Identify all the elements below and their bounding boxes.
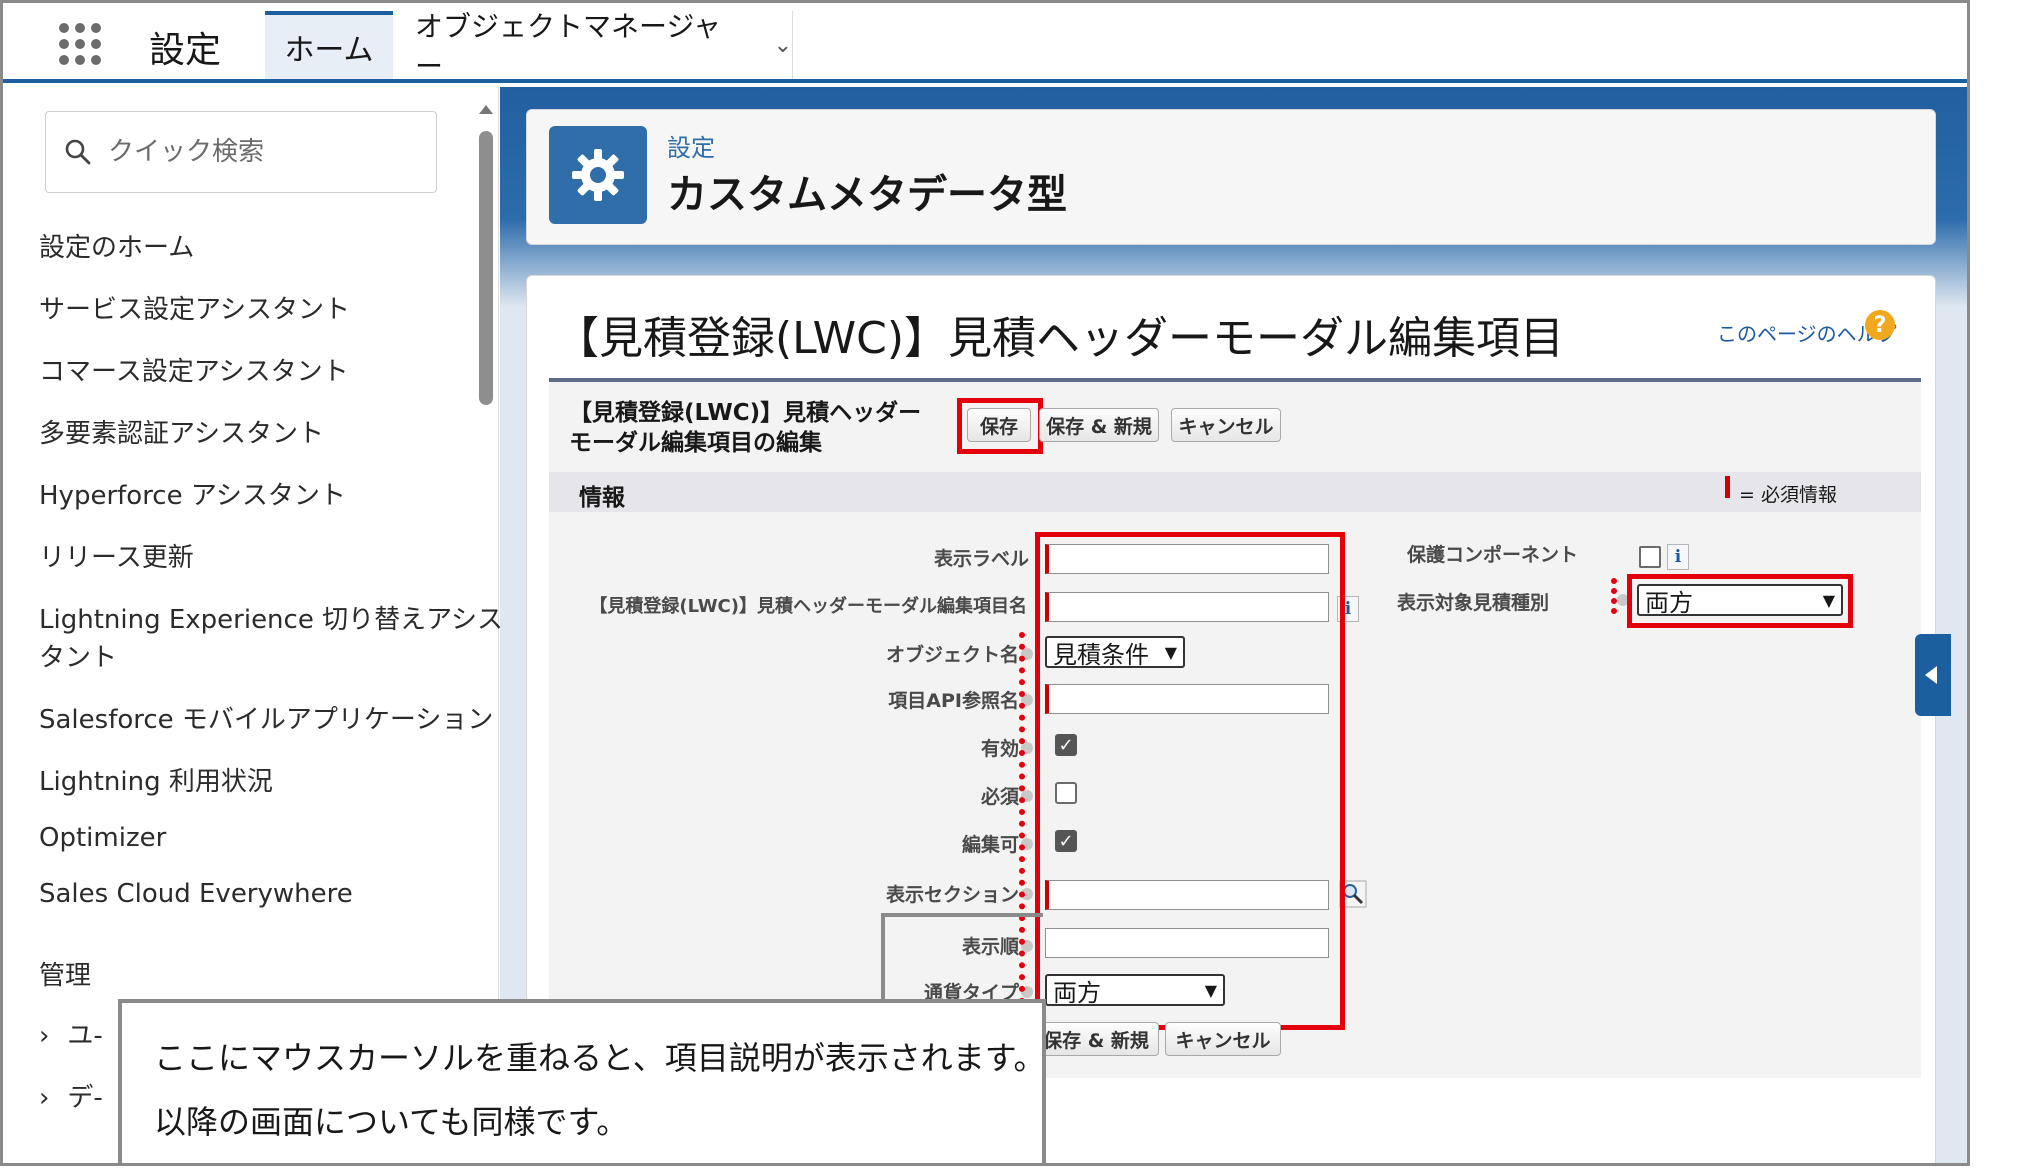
- save-new-button[interactable]: 保存 & 新規: [1039, 408, 1159, 442]
- save-button[interactable]: 保存: [967, 408, 1031, 442]
- sidebar-item-users-label: ユ-: [67, 1021, 103, 1051]
- field-help-icon[interactable]: [1617, 594, 1629, 606]
- editable-checkbox[interactable]: ✓: [1055, 830, 1077, 852]
- field-help-icon[interactable]: [1021, 790, 1033, 802]
- gear-icon: [549, 126, 647, 224]
- sidebar-scrollbar-thumb[interactable]: [479, 131, 493, 405]
- sidebar-item-lightning-usage[interactable]: Lightning 利用状況: [39, 761, 273, 798]
- sidebar-item-setup-home[interactable]: 設定のホーム: [39, 227, 194, 264]
- sidebar-item-lightning-transition[interactable]: Lightning Experience 切り替えアシス: [39, 599, 503, 636]
- sidebar-item-lightning-transition-cont[interactable]: タント: [39, 637, 117, 674]
- callout-text-line1: ここにマウスカーソルを重ねると、項目説明が表示されます。: [154, 1039, 1046, 1077]
- quote-type-select[interactable]: 両方 ▼: [1637, 584, 1843, 617]
- sidebar-item-hyperforce[interactable]: Hyperforce アシスタント: [39, 475, 346, 512]
- sidebar-item-sales-cloud-everywhere[interactable]: Sales Cloud Everywhere: [39, 879, 353, 909]
- cancel-button-bottom[interactable]: キャンセル: [1165, 1022, 1281, 1056]
- object-name-select[interactable]: 見積条件 ▼: [1045, 636, 1185, 669]
- callout-pointer: [881, 913, 885, 1003]
- sidebar-item-users[interactable]: › ユ-: [39, 1015, 103, 1052]
- quick-find-input[interactable]: [108, 132, 408, 172]
- label-quote-type: 表示対象見積種別: [1397, 592, 1550, 614]
- chevron-down-icon[interactable]: ⌄: [774, 33, 792, 58]
- required-indicator: [1725, 476, 1730, 498]
- collapse-panel-tab[interactable]: [1915, 634, 1951, 716]
- tab-object-manager[interactable]: オブジェクトマネージャー ⌄: [393, 10, 793, 83]
- currency-type-value: 両方: [1053, 978, 1101, 1007]
- cancel-button[interactable]: キャンセル: [1171, 408, 1281, 442]
- global-header: 設定 ホーム オブジェクトマネージャー ⌄: [3, 3, 1967, 83]
- edit-form-title: 【見積登録(LWC)】見積ヘッダー モーダル編集項目の編集: [569, 398, 969, 458]
- save-new-button-bottom[interactable]: 保存 & 新規: [1033, 1022, 1159, 1056]
- sidebar-item-mfa-assistant[interactable]: 多要素認証アシスタント: [39, 413, 324, 450]
- help-icon[interactable]: ?: [1865, 310, 1895, 340]
- breadcrumb: 設定: [667, 134, 715, 162]
- callout-pointer: [883, 913, 1043, 917]
- chevron-down-icon: ▼: [1822, 590, 1835, 610]
- protected-checkbox[interactable]: [1639, 546, 1661, 568]
- info-icon[interactable]: i: [1337, 596, 1359, 622]
- label-editable: 編集可: [961, 834, 1019, 856]
- tab-home[interactable]: ホーム: [265, 11, 393, 79]
- label-active: 有効: [980, 738, 1019, 760]
- api-name-input[interactable]: [1045, 592, 1329, 622]
- display-label-input[interactable]: [1045, 544, 1329, 574]
- label-required: 必須: [980, 786, 1019, 808]
- label-api-name: 【見積登録(LWC)】見積ヘッダーモーダル編集項目名: [589, 596, 1027, 617]
- screenshot-frame: 設定 ホーム オブジェクトマネージャー ⌄ 設定のホーム サービス設定アシスタン…: [0, 0, 1970, 1166]
- label-display-label: 表示ラベル: [933, 548, 1029, 570]
- sidebar-item-mobile-app[interactable]: Salesforce モバイルアプリケーション: [39, 699, 493, 736]
- chevron-right-icon: ›: [39, 1021, 50, 1051]
- field-help-icon[interactable]: [1021, 648, 1033, 660]
- required-checkbox[interactable]: [1055, 782, 1077, 804]
- field-help-icon[interactable]: [1021, 838, 1033, 850]
- tab-object-manager-label: オブジェクトマネージャー: [415, 10, 722, 83]
- callout-text-line2: 以降の画面についても同様です。: [154, 1103, 629, 1141]
- edit-form-title-line2: モーダル編集項目の編集: [569, 430, 822, 456]
- field-help-icon[interactable]: [1021, 986, 1033, 998]
- record-heading: 【見積登録(LWC)】見積ヘッダーモーダル編集項目: [555, 313, 1565, 364]
- object-name-value: 見積条件: [1053, 640, 1149, 669]
- sidebar-item-optimizer[interactable]: Optimizer: [39, 823, 166, 853]
- annotation-callout: ここにマウスカーソルを重ねると、項目説明が表示されます。 以降の画面についても同…: [118, 999, 1046, 1163]
- section-title: 情報: [579, 485, 625, 511]
- sidebar-section-admin: 管理: [39, 961, 92, 991]
- sidebar-item-data-label: デ-: [67, 1083, 103, 1113]
- scroll-up-arrow[interactable]: [479, 105, 493, 114]
- field-help-icon[interactable]: [1021, 694, 1033, 706]
- page-header: 設定 カスタムメタデータ型: [526, 109, 1936, 245]
- label-display-section: 表示セクション: [885, 884, 1019, 906]
- field-help-icon[interactable]: [1021, 940, 1033, 952]
- chevron-down-icon: ▼: [1204, 980, 1217, 1000]
- page-title: カスタムメタデータ型: [667, 172, 1067, 218]
- info-icon[interactable]: i: [1667, 544, 1689, 570]
- highlight-help-icon-right: [1611, 578, 1617, 614]
- label-object-name: オブジェクト名: [885, 644, 1019, 666]
- search-icon: [65, 139, 91, 165]
- sidebar-item-service-setup[interactable]: サービス設定アシスタント: [39, 289, 350, 326]
- label-field-api: 項目API参照名: [888, 690, 1019, 712]
- required-legend: = 必須情報: [1739, 484, 1837, 506]
- sidebar-item-release-updates[interactable]: リリース更新: [39, 537, 194, 574]
- label-display-order: 表示順: [961, 936, 1019, 958]
- edit-form: 【見積登録(LWC)】見積ヘッダー モーダル編集項目の編集 保存 保存 & 新規…: [549, 378, 1921, 1078]
- app-launcher-icon[interactable]: [59, 23, 101, 65]
- active-checkbox[interactable]: ✓: [1055, 734, 1077, 756]
- display-section-input[interactable]: [1045, 880, 1329, 910]
- chevron-right-icon: ›: [39, 1083, 50, 1113]
- quote-type-value: 両方: [1645, 588, 1693, 617]
- edit-form-title-line1: 【見積登録(LWC)】見積ヘッダー: [569, 400, 922, 426]
- quick-find-box[interactable]: [45, 111, 437, 193]
- lookup-icon[interactable]: [1339, 880, 1367, 908]
- sidebar-item-commerce-setup[interactable]: コマース設定アシスタント: [39, 351, 349, 388]
- currency-type-select[interactable]: 両方 ▼: [1045, 974, 1225, 1007]
- chevron-down-icon: ▼: [1164, 642, 1177, 662]
- field-api-input[interactable]: [1045, 684, 1329, 714]
- section-header-info: 情報 = 必須情報: [549, 472, 1921, 512]
- app-title: 設定: [149, 30, 222, 71]
- field-help-icon[interactable]: [1021, 888, 1033, 900]
- display-order-input[interactable]: [1045, 928, 1329, 958]
- label-protected-component: 保護コンポーネント: [1407, 544, 1579, 566]
- field-help-icon[interactable]: [1021, 742, 1033, 754]
- sidebar-item-data[interactable]: › デ-: [39, 1077, 103, 1114]
